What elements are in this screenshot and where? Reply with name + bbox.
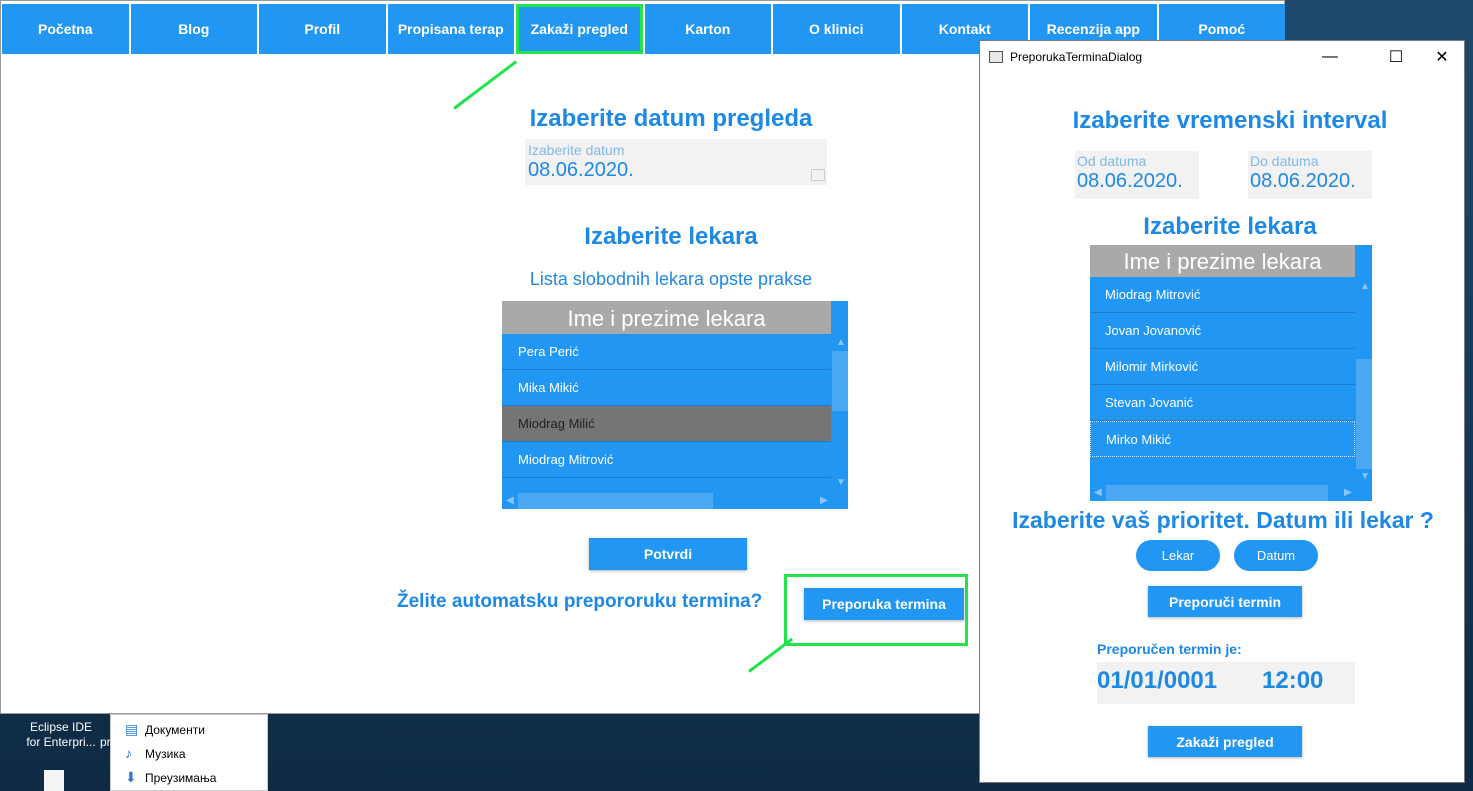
scroll-left-icon[interactable]: ◀: [506, 495, 514, 506]
doctor-row[interactable]: Mika Mikić: [502, 370, 831, 406]
recommendation-dialog: PreporukaTerminaDialog — ☐ ✕ Izaberite v…: [979, 40, 1465, 783]
from-date-label: Od datuma: [1077, 153, 1147, 169]
interval-title: Izaberite vremenski interval: [1072, 107, 1388, 134]
desktop-shortcut-area: Eclipse IDE for Enterpri... pr: [0, 714, 111, 791]
dialog-doctor-row[interactable]: Mirko Mikić: [1090, 421, 1355, 457]
from-date-value[interactable]: 08.06.2020.: [1077, 170, 1183, 193]
nav-home[interactable]: Početna: [2, 4, 129, 54]
nav-about-clinic[interactable]: O klinici: [773, 4, 900, 54]
nav-profile[interactable]: Profil: [259, 4, 386, 54]
to-date-label: Do datuma: [1250, 153, 1319, 169]
documents-icon: ▤: [125, 721, 139, 737]
doctor-list-hscroll[interactable]: [518, 493, 713, 509]
eclipse-label-2: for Enterpri...: [26, 735, 96, 749]
exam-date-picker[interactable]: Izaberite datum 08.06.2020.: [525, 139, 827, 185]
doctor-row[interactable]: Miodrag Mitrović: [502, 442, 831, 478]
recommended-term-box: 01/01/0001 12:00: [1097, 662, 1355, 704]
dialog-doctor-row[interactable]: Stevan Jovanić: [1090, 385, 1355, 421]
recommend-term-button[interactable]: Preporuči termin: [1148, 586, 1302, 617]
date-section-title: Izaberite datum pregleda: [529, 105, 813, 132]
calendar-icon[interactable]: [811, 169, 825, 181]
priority-title: Izaberite vaš prioritet. Datum ili lekar…: [1012, 507, 1434, 533]
maximize-icon[interactable]: ☐: [1378, 45, 1414, 69]
close-icon[interactable]: ✕: [1424, 45, 1460, 69]
nav-blog[interactable]: Blog: [130, 4, 257, 54]
priority-doctor-button[interactable]: Lekar: [1136, 540, 1220, 571]
music-icon: ♪: [125, 745, 132, 761]
nav-prescribed-therapy[interactable]: Propisana terap: [387, 4, 514, 54]
downloads-icon: ⬇: [125, 769, 137, 785]
priority-date-button[interactable]: Datum: [1234, 540, 1318, 571]
scroll-up-icon[interactable]: ▲: [1360, 281, 1370, 292]
recommended-date: 01/01/0001: [1097, 667, 1218, 694]
dialog-doctor-title: Izaberite lekara: [1143, 213, 1317, 240]
explorer-nav-pane: ▤ Документи ♪ Музика ⬇ Преузимања: [110, 714, 268, 791]
scroll-up-icon[interactable]: ▲: [836, 337, 846, 348]
annotation-arrow-recommend: [748, 637, 794, 673]
doctor-list-vscroll[interactable]: [832, 351, 848, 411]
scroll-left-icon[interactable]: ◀: [1094, 487, 1102, 498]
date-picker-label: Izaberite datum: [528, 142, 625, 158]
explorer-item-downloads[interactable]: Преузимања: [145, 771, 216, 785]
scroll-right-icon[interactable]: ▶: [1344, 487, 1352, 498]
doctor-row[interactable]: Pera Perić: [502, 334, 831, 370]
to-date-value[interactable]: 08.06.2020.: [1250, 170, 1356, 193]
annotation-arrow-nav: [453, 60, 518, 110]
recommended-term-label: Preporučen termin je:: [1097, 641, 1242, 657]
doctor-section-title: Izaberite lekara: [584, 223, 758, 250]
doctor-row-selected[interactable]: Miodrag Milić: [502, 406, 831, 442]
to-date-picker[interactable]: Do datuma 08.06.2020.: [1248, 151, 1372, 199]
dialog-list-header: Ime i prezime lekara: [1090, 245, 1355, 277]
explorer-item-music[interactable]: Музика: [145, 747, 186, 761]
annotation-highlight-recommend: [784, 574, 968, 646]
from-date-picker[interactable]: Od datuma 08.06.2020.: [1075, 151, 1199, 199]
scroll-right-icon[interactable]: ▶: [820, 495, 828, 506]
eclipse-label-1: Eclipse IDE: [29, 720, 93, 734]
auto-recommend-question: Želite automatsku prepororuku termina?: [397, 591, 763, 612]
doctor-list[interactable]: Ime i prezime lekara Pera Perić Mika Mik…: [502, 301, 848, 509]
eclipse-shortcut[interactable]: Eclipse IDE for Enterpri...: [26, 720, 96, 750]
nav-medical-record[interactable]: Karton: [644, 4, 772, 54]
doctor-list-header: Ime i prezime lekara: [502, 301, 831, 334]
dialog-doctor-row[interactable]: Miodrag Mitrović: [1090, 277, 1355, 313]
explorer-item-documents[interactable]: Документи: [145, 723, 205, 737]
doctor-list-subtitle: Lista slobodnih lekara opste prakse: [529, 269, 813, 289]
scroll-down-icon[interactable]: ▼: [1360, 471, 1370, 482]
recommended-time: 12:00: [1262, 667, 1324, 694]
dialog-doctor-row[interactable]: Jovan Jovanović: [1090, 313, 1355, 349]
dialog-list-vscroll[interactable]: [1356, 359, 1372, 469]
scroll-down-icon[interactable]: ▼: [836, 477, 846, 488]
file-icon[interactable]: [44, 770, 64, 791]
dialog-title: PreporukaTerminaDialog: [1010, 50, 1143, 64]
dialog-doctor-list[interactable]: Ime i prezime lekara Miodrag Mitrović Jo…: [1090, 245, 1372, 501]
confirm-button[interactable]: Potvrdi: [589, 538, 747, 570]
window-icon: [989, 51, 1003, 63]
nav-schedule-exam[interactable]: Zakaži pregled: [516, 4, 643, 54]
schedule-exam-button[interactable]: Zakaži pregled: [1148, 726, 1302, 757]
minimize-icon[interactable]: —: [1312, 45, 1348, 69]
dialog-doctor-row[interactable]: Milomir Mirković: [1090, 349, 1355, 385]
date-picker-value[interactable]: 08.06.2020.: [528, 159, 634, 182]
dialog-list-hscroll[interactable]: [1106, 485, 1328, 501]
